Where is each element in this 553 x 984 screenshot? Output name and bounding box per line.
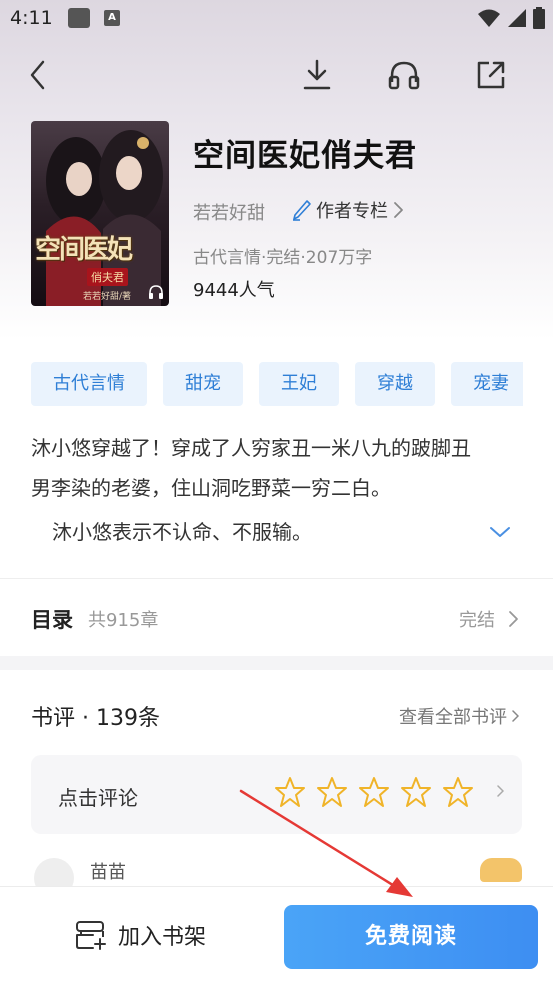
- back-button[interactable]: [18, 55, 58, 95]
- book-popularity: 9444人气: [193, 280, 275, 301]
- headphones-icon: [388, 61, 420, 90]
- rate-comment-box[interactable]: 点击评论: [31, 755, 522, 834]
- tag-item[interactable]: 王妃: [259, 362, 339, 406]
- description-line: 沐小悠表示不认命、不服输。: [52, 520, 312, 544]
- catalog-status: 完结: [459, 606, 519, 632]
- book-description: 沐小悠穿越了！穿成了人穷家丑一米八九的跛脚丑 男李染的老婆，住山洞吃野菜一穷二白…: [31, 428, 521, 508]
- chevron-right-icon: [512, 710, 519, 722]
- download-icon: [303, 59, 331, 90]
- star-icon[interactable]: [442, 776, 474, 808]
- view-all-reviews-link[interactable]: 查看全部书评: [399, 703, 519, 729]
- star-icon[interactable]: [316, 776, 348, 808]
- level-badge: [480, 858, 522, 882]
- notification-icon: [68, 8, 90, 28]
- book-title: 空间医妃俏夫君: [193, 138, 417, 174]
- author-name[interactable]: 若若好甜: [193, 199, 265, 225]
- back-arrow-icon: [30, 60, 45, 90]
- book-meta: 古代言情·完结·207万字: [193, 248, 373, 268]
- share-icon: [477, 61, 505, 89]
- tag-list: 古代言情 甜宠 王妃 穿越 宠妻: [31, 362, 523, 406]
- bookshelf-add-icon: [76, 921, 106, 950]
- rate-prompt: 点击评论: [58, 786, 138, 810]
- tag-item[interactable]: 穿越: [355, 362, 435, 406]
- star-icon[interactable]: [358, 776, 390, 808]
- tag-item[interactable]: 古代言情: [31, 362, 147, 406]
- description-line: 男李染的老婆，住山洞吃野菜一穷二白。: [31, 476, 391, 500]
- status-icons: [477, 6, 545, 30]
- tag-item[interactable]: 甜宠: [163, 362, 243, 406]
- free-read-button[interactable]: 免费阅读: [284, 905, 538, 969]
- reviews-title: 书评 · 139条: [31, 706, 160, 731]
- expand-description-button[interactable]: [489, 524, 511, 543]
- chevron-right-icon: [394, 202, 403, 218]
- cover-title-art: 空间医妃: [35, 235, 133, 265]
- bottom-action-bar: 加入书架 免费阅读: [0, 886, 553, 984]
- section-separator: [0, 656, 553, 670]
- chevron-down-icon: [490, 527, 510, 537]
- reviewer-name: 苗苗: [90, 862, 126, 883]
- description-line: 沐小悠穿越了！穿成了人穷家丑一米八九的跛脚丑: [31, 436, 471, 460]
- status-bar: 4:11 A: [0, 0, 553, 38]
- status-time: 4:11: [10, 7, 53, 29]
- book-cover[interactable]: 空间医妃 俏夫君 若若好甜/著: [31, 121, 169, 306]
- view-all-reviews-label: 查看全部书评: [399, 707, 507, 728]
- download-button[interactable]: [297, 55, 337, 95]
- cover-signature: 若若好甜/著: [83, 292, 132, 302]
- star-icon[interactable]: [274, 776, 306, 808]
- audio-badge-icon: [149, 285, 163, 299]
- completion-status: 完结: [459, 610, 495, 631]
- battery-icon: [533, 7, 545, 29]
- star-icon[interactable]: [400, 776, 432, 808]
- keyboard-indicator-icon: A: [104, 10, 120, 26]
- cover-subtitle-art: 俏夫君: [87, 268, 128, 286]
- author-column-label: 作者专栏: [316, 201, 388, 222]
- wifi-icon: [478, 9, 500, 27]
- share-button[interactable]: [471, 55, 511, 95]
- listen-button[interactable]: [384, 55, 424, 95]
- chapter-count: 共915章: [88, 610, 159, 631]
- pen-icon: [293, 200, 311, 221]
- add-to-shelf-button[interactable]: 加入书架: [74, 919, 206, 951]
- author-column-link[interactable]: 作者专栏: [292, 197, 404, 223]
- chevron-right-icon: [509, 611, 518, 627]
- catalog-label: 目录: [31, 608, 73, 632]
- add-to-shelf-label: 加入书架: [118, 925, 207, 950]
- signal-icon: [508, 9, 526, 27]
- star-rating[interactable]: [274, 776, 474, 808]
- chevron-right-icon: [497, 785, 504, 797]
- divider: [0, 578, 553, 579]
- tag-item[interactable]: 宠妻: [451, 362, 523, 406]
